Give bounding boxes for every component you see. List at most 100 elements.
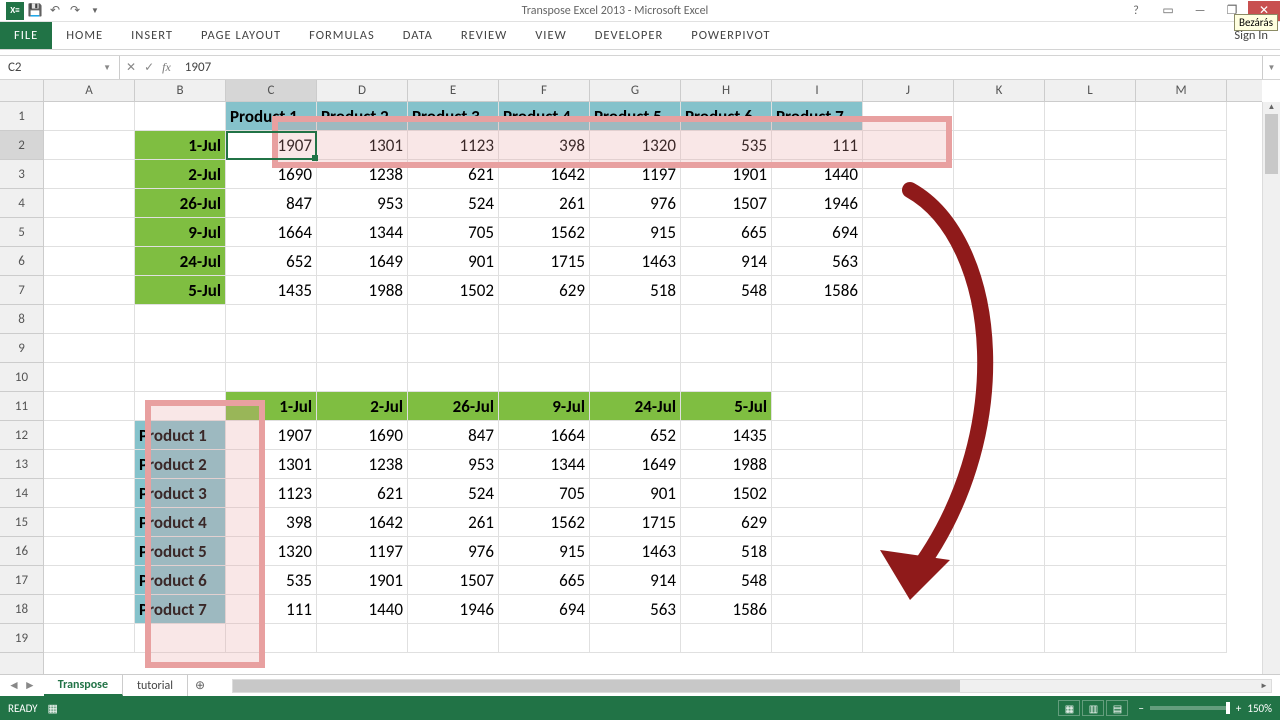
cell[interactable] [954, 218, 1045, 247]
cell[interactable]: 1123 [226, 479, 317, 508]
tab-formulas[interactable]: FORMULAS [295, 22, 389, 49]
cell[interactable]: 915 [590, 218, 681, 247]
tab-insert[interactable]: INSERT [117, 22, 187, 49]
cell[interactable] [590, 363, 681, 392]
cell[interactable]: 621 [317, 479, 408, 508]
cell[interactable]: Product 5 [135, 537, 226, 566]
cell[interactable]: 1301 [317, 131, 408, 160]
tab-developer[interactable]: DEVELOPER [581, 22, 678, 49]
cell[interactable] [1045, 537, 1136, 566]
cell[interactable] [954, 595, 1045, 624]
cell[interactable]: 1715 [590, 508, 681, 537]
row-header-4[interactable]: 4 [0, 189, 43, 218]
row-header-17[interactable]: 17 [0, 566, 43, 595]
cell[interactable] [863, 508, 954, 537]
cell[interactable] [44, 479, 135, 508]
cell[interactable] [1136, 566, 1227, 595]
cell[interactable] [1045, 508, 1136, 537]
cell[interactable] [1136, 508, 1227, 537]
fx-icon[interactable]: fx [162, 60, 171, 75]
cell[interactable]: 1238 [317, 450, 408, 479]
cell[interactable]: 665 [499, 566, 590, 595]
row-header-6[interactable]: 6 [0, 247, 43, 276]
cell[interactable]: 535 [226, 566, 317, 595]
cell[interactable] [135, 392, 226, 421]
cell[interactable] [499, 624, 590, 653]
cell[interactable]: 629 [681, 508, 772, 537]
cell[interactable]: 518 [681, 537, 772, 566]
zoom-out-button[interactable]: − [1138, 702, 1143, 715]
cell[interactable] [954, 334, 1045, 363]
cell[interactable] [408, 363, 499, 392]
zoom-in-button[interactable]: + [1236, 702, 1241, 715]
cell[interactable] [954, 392, 1045, 421]
cell[interactable] [863, 218, 954, 247]
cell[interactable]: 705 [499, 479, 590, 508]
cell[interactable]: 652 [226, 247, 317, 276]
cell[interactable] [499, 334, 590, 363]
cell[interactable] [954, 276, 1045, 305]
cell[interactable] [863, 276, 954, 305]
cell[interactable] [1136, 102, 1227, 131]
cell[interactable] [226, 305, 317, 334]
cell[interactable] [863, 421, 954, 450]
cell[interactable]: Product 7 [772, 102, 863, 131]
cell[interactable]: 9-Jul [135, 218, 226, 247]
cell[interactable] [499, 305, 590, 334]
cell[interactable] [954, 508, 1045, 537]
cell[interactable] [1136, 624, 1227, 653]
row-header-14[interactable]: 14 [0, 479, 43, 508]
cell[interactable] [863, 131, 954, 160]
cell[interactable]: 1664 [226, 218, 317, 247]
macro-record-icon[interactable]: ▦ [48, 702, 58, 715]
cell[interactable] [772, 392, 863, 421]
row-header-1[interactable]: 1 [0, 102, 43, 131]
cell[interactable] [44, 334, 135, 363]
cell[interactable]: 1988 [681, 450, 772, 479]
cell[interactable]: 1344 [317, 218, 408, 247]
zoom-level[interactable]: 150% [1247, 702, 1272, 715]
cell[interactable] [863, 363, 954, 392]
cell[interactable]: 261 [408, 508, 499, 537]
cell[interactable] [135, 102, 226, 131]
vertical-scrollbar[interactable]: ▲▼ [1262, 102, 1280, 694]
row-header-9[interactable]: 9 [0, 334, 43, 363]
cell[interactable]: 914 [590, 566, 681, 595]
cell[interactable]: 1690 [226, 160, 317, 189]
cell[interactable]: 694 [772, 218, 863, 247]
sheet-nav-prev-icon[interactable]: ◄ [8, 678, 20, 693]
cell[interactable]: 2-Jul [135, 160, 226, 189]
cell[interactable] [1136, 334, 1227, 363]
tab-review[interactable]: REVIEW [447, 22, 521, 49]
cell[interactable] [317, 363, 408, 392]
cell[interactable]: Product 6 [681, 102, 772, 131]
cell[interactable] [44, 421, 135, 450]
redo-icon[interactable]: ↷ [66, 2, 84, 20]
cell[interactable] [863, 624, 954, 653]
cell[interactable] [317, 305, 408, 334]
sheet-tab-transpose[interactable]: Transpose [44, 675, 123, 696]
cell[interactable]: 1435 [226, 276, 317, 305]
namebox-dropdown-icon[interactable]: ▼ [103, 63, 111, 73]
cell[interactable] [1136, 479, 1227, 508]
cell[interactable]: 26-Jul [135, 189, 226, 218]
cell[interactable] [772, 624, 863, 653]
cell[interactable] [681, 363, 772, 392]
cell[interactable] [772, 363, 863, 392]
cell[interactable]: 1988 [317, 276, 408, 305]
cell[interactable]: Product 7 [135, 595, 226, 624]
row-header-3[interactable]: 3 [0, 160, 43, 189]
cell[interactable] [954, 566, 1045, 595]
row-header-11[interactable]: 11 [0, 392, 43, 421]
cell[interactable] [863, 595, 954, 624]
cell[interactable] [44, 537, 135, 566]
cell[interactable] [1045, 102, 1136, 131]
cell[interactable]: 2-Jul [317, 392, 408, 421]
ribbon-options-button[interactable]: ▭ [1152, 1, 1184, 21]
cell[interactable] [44, 566, 135, 595]
cell[interactable] [954, 624, 1045, 653]
cell[interactable] [1045, 247, 1136, 276]
cell[interactable] [1045, 334, 1136, 363]
cell[interactable] [226, 624, 317, 653]
cell[interactable] [1045, 276, 1136, 305]
